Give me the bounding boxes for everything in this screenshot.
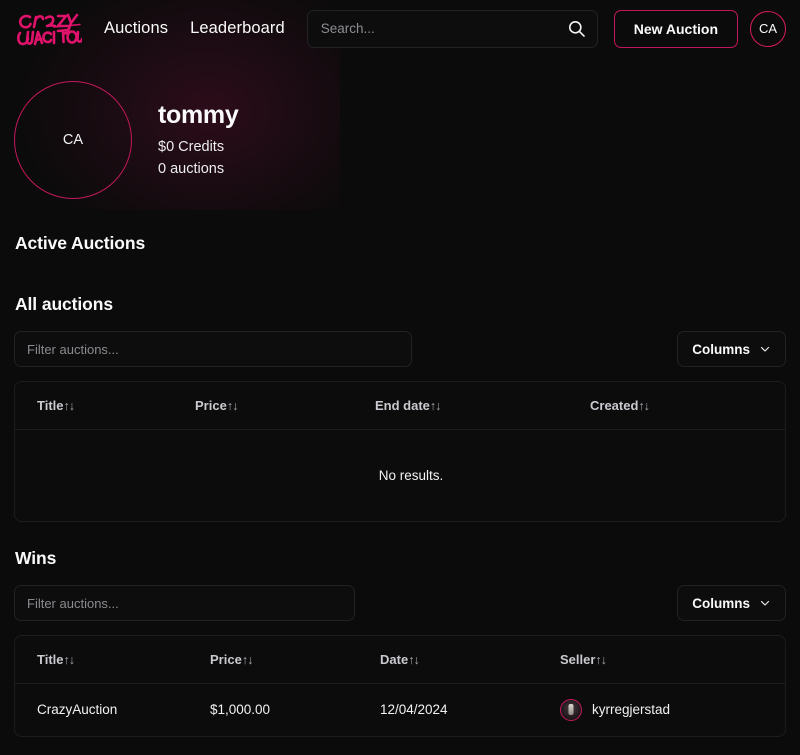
columns-label: Columns bbox=[692, 595, 750, 611]
page-root: Auctions Leaderboard New Auction CA CA bbox=[0, 0, 800, 755]
all-auctions-filter-input[interactable] bbox=[14, 331, 412, 367]
sort-icon[interactable]: ↑↓ bbox=[64, 399, 75, 413]
all-auctions-table-wrapper: Title↑↓ Price↑↓ End date↑↓ Created↑↓ No … bbox=[14, 381, 786, 522]
column-header-title[interactable]: Title↑↓ bbox=[15, 382, 195, 429]
all-auctions-thead: Title↑↓ Price↑↓ End date↑↓ Created↑↓ bbox=[15, 382, 785, 429]
header-avatar-initials: CA bbox=[758, 21, 778, 36]
wins-table-wrapper: Title↑↓ Price↑↓ Date↑↓ Seller↑↓ CrazyAuc… bbox=[14, 635, 786, 737]
profile-header: CA tommy $0 Credits 0 auctions bbox=[14, 57, 786, 199]
header-avatar[interactable]: CA bbox=[750, 10, 786, 47]
search-button[interactable] bbox=[564, 16, 590, 42]
profile-credits: $0 Credits bbox=[158, 138, 225, 155]
seller-avatar[interactable] bbox=[560, 698, 582, 721]
cell-seller: kyrregjerstad bbox=[560, 683, 785, 736]
columns-label: Columns bbox=[692, 341, 750, 357]
column-header-label: Price bbox=[210, 651, 242, 667]
wins-tbody: CrazyAuction $1,000.00 12/04/2024 kyrreg… bbox=[15, 683, 785, 736]
main-content: CA tommy $0 Credits 0 auctions Active Au… bbox=[0, 57, 800, 737]
sort-icon[interactable]: ↑↓ bbox=[64, 653, 75, 667]
column-header-created[interactable]: Created↑↓ bbox=[590, 382, 785, 429]
nav-link-auctions[interactable]: Auctions bbox=[104, 19, 168, 38]
sort-icon[interactable]: ↑↓ bbox=[595, 653, 606, 667]
chevron-down-icon bbox=[760, 346, 770, 352]
wins-filter-input[interactable] bbox=[14, 585, 355, 621]
table-header-row: Title↑↓ Price↑↓ End date↑↓ Created↑↓ bbox=[15, 382, 785, 429]
site-header: Auctions Leaderboard New Auction CA bbox=[0, 0, 800, 57]
wins-toolbar: Columns bbox=[14, 585, 786, 621]
column-header-end-date[interactable]: End date↑↓ bbox=[375, 382, 590, 429]
wins-title: Wins bbox=[15, 548, 57, 568]
column-header-seller[interactable]: Seller↑↓ bbox=[560, 636, 785, 683]
column-header-price[interactable]: Price↑↓ bbox=[195, 382, 375, 429]
all-auctions-table: Title↑↓ Price↑↓ End date↑↓ Created↑↓ No … bbox=[15, 382, 785, 521]
profile-name: tommy bbox=[158, 101, 239, 129]
sort-icon[interactable]: ↑↓ bbox=[242, 653, 253, 667]
new-auction-button[interactable]: New Auction bbox=[613, 9, 738, 48]
wins-columns-button[interactable]: Columns bbox=[677, 585, 786, 621]
column-header-title[interactable]: Title↑↓ bbox=[15, 636, 210, 683]
sort-icon[interactable]: ↑↓ bbox=[638, 399, 649, 413]
cell-price: $1,000.00 bbox=[210, 702, 271, 718]
all-auctions-block: Columns Title↑↓ Price↑↓ bbox=[14, 331, 786, 522]
all-auctions-title: All auctions bbox=[15, 294, 113, 314]
chevron-down-icon bbox=[760, 600, 770, 606]
active-auctions-title: Active Auctions bbox=[15, 233, 146, 253]
main-nav: Auctions Leaderboard bbox=[104, 19, 285, 38]
all-auctions-tbody: No results. bbox=[15, 429, 785, 521]
no-results-message: No results. bbox=[378, 467, 444, 483]
cell-title: CrazyAuction bbox=[37, 702, 118, 718]
search-input[interactable] bbox=[306, 9, 598, 48]
column-header-date[interactable]: Date↑↓ bbox=[380, 636, 560, 683]
nav-link-leaderboard[interactable]: Leaderboard bbox=[190, 19, 285, 38]
empty-row: No results. bbox=[15, 429, 785, 521]
sort-icon[interactable]: ↑↓ bbox=[430, 399, 441, 413]
column-header-label: Created bbox=[590, 397, 639, 413]
column-header-price[interactable]: Price↑↓ bbox=[210, 636, 380, 683]
column-header-label: End date bbox=[375, 397, 430, 413]
cell-date: 12/04/2024 bbox=[380, 702, 448, 718]
column-header-label: Date bbox=[380, 651, 409, 667]
column-header-label: Title bbox=[37, 651, 64, 667]
all-auctions-toolbar: Columns bbox=[14, 331, 786, 367]
seller-info: kyrregjerstad bbox=[560, 698, 785, 721]
column-header-label: Price bbox=[195, 397, 227, 413]
crazyauction-logo[interactable] bbox=[16, 10, 82, 48]
sort-icon[interactable]: ↑↓ bbox=[227, 399, 238, 413]
seller-name[interactable]: kyrregjerstad bbox=[592, 702, 670, 717]
profile-details: tommy $0 Credits 0 auctions bbox=[158, 81, 239, 180]
profile-avatar[interactable]: CA bbox=[14, 81, 132, 199]
wins-table: Title↑↓ Price↑↓ Date↑↓ Seller↑↓ CrazyAuc… bbox=[15, 636, 785, 736]
search-container bbox=[306, 9, 598, 48]
wins-thead: Title↑↓ Price↑↓ Date↑↓ Seller↑↓ bbox=[15, 636, 785, 683]
search-icon bbox=[569, 20, 586, 37]
table-row[interactable]: CrazyAuction $1,000.00 12/04/2024 kyrreg… bbox=[15, 683, 785, 736]
column-header-label: Title bbox=[37, 397, 64, 413]
all-auctions-columns-button[interactable]: Columns bbox=[677, 331, 786, 367]
sort-icon[interactable]: ↑↓ bbox=[408, 653, 419, 667]
profile-auction-count: 0 auctions bbox=[158, 160, 225, 177]
table-header-row: Title↑↓ Price↑↓ Date↑↓ Seller↑↓ bbox=[15, 636, 785, 683]
column-header-label: Seller bbox=[560, 651, 596, 667]
profile-avatar-initials: CA bbox=[62, 132, 84, 148]
wins-block: Columns Title↑↓ Price↑↓ bbox=[14, 585, 786, 737]
